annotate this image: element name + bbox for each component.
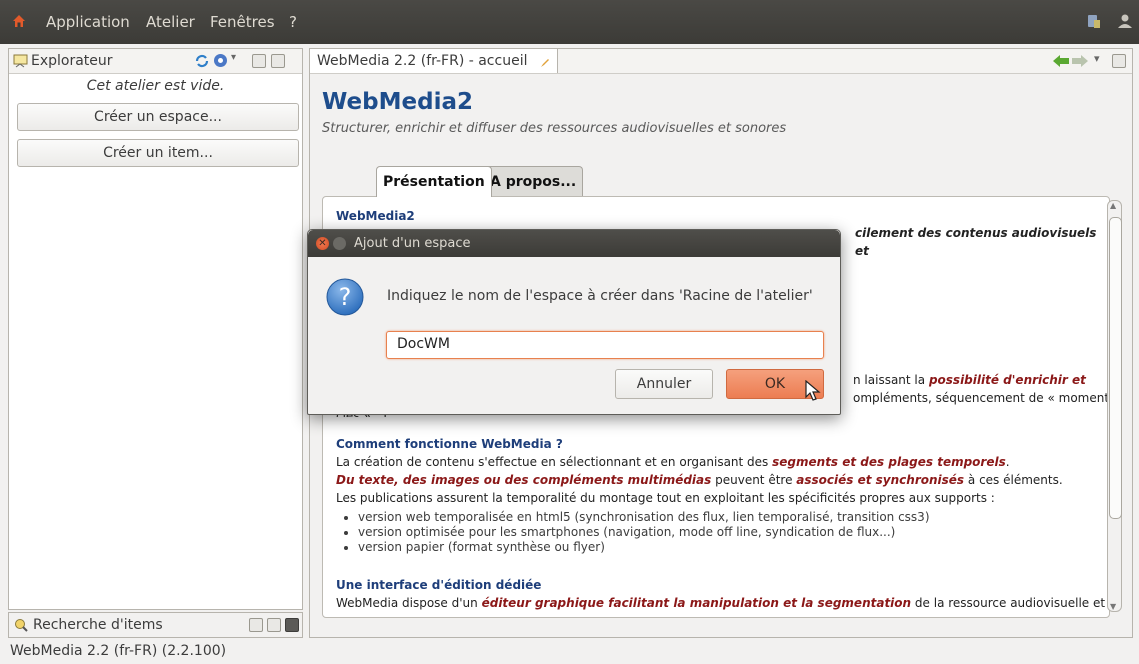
- scroll-down-icon[interactable]: ▼: [1110, 602, 1116, 611]
- explorer-panel: Explorateur ▾ Cet atelier est vide. Crée…: [8, 48, 303, 610]
- dialog-title: Ajout d'un espace: [354, 236, 471, 251]
- create-space-button[interactable]: Créer un espace...: [17, 103, 299, 131]
- network-icon[interactable]: [1085, 12, 1103, 30]
- refresh-icon[interactable]: [195, 54, 209, 68]
- menu-application[interactable]: Application: [46, 13, 130, 31]
- list-item: version papier (format synthèse ou flyer…: [358, 540, 930, 555]
- tab-presentation[interactable]: Présentation: [376, 166, 492, 197]
- space-name-input[interactable]: DocWM: [386, 331, 824, 359]
- tab-a-propos[interactable]: A propos...: [483, 166, 584, 197]
- top-menubar: Application Atelier Fenêtres ?: [0, 0, 1139, 44]
- search-panel: Recherche d'items: [8, 612, 303, 638]
- list-item: version web temporalisée en html5 (synch…: [358, 510, 930, 525]
- svg-text:?: ?: [339, 283, 352, 311]
- publication-list: version web temporalisée en html5 (synch…: [336, 510, 930, 555]
- section-webmedia2-title: WebMedia2: [336, 209, 415, 223]
- section1-fragment: cilement des contenus audiovisuels et: [855, 226, 1097, 258]
- editor-tabbar: WebMedia 2.2 (fr-FR) - accueil ▾: [310, 49, 1132, 74]
- dialog-titlebar: ✕ Ajout d'un espace: [308, 230, 840, 257]
- editor-maximize-button[interactable]: [1112, 54, 1126, 68]
- section2-line2: Du texte, des images ou des compléments …: [336, 473, 1063, 487]
- forward-arrow-icon[interactable]: [1072, 55, 1088, 67]
- edit-pencil-icon: [541, 59, 549, 67]
- dialog-close-button[interactable]: ✕: [316, 237, 329, 250]
- section2-line3: Les publications assurent la temporalité…: [336, 491, 995, 505]
- dialog-message: Indiquez le nom de l'espace à créer dans…: [387, 288, 813, 304]
- menu-help[interactable]: ?: [289, 13, 297, 31]
- search-panel-title: Recherche d'items: [33, 617, 163, 633]
- explorer-icon: [13, 54, 28, 68]
- section3-line1: WebMedia dispose d'un éditeur graphique …: [336, 596, 1106, 610]
- editor-tab-title: WebMedia 2.2 (fr-FR) - accueil: [317, 53, 528, 69]
- list-item: version optimisée pour les smartphones (…: [358, 525, 930, 540]
- section2-line1: La création de contenu s'effectue en sél…: [336, 455, 1010, 469]
- page-subtitle: Structurer, enrichir et diffuser des res…: [322, 121, 787, 136]
- section-how-title: Comment fonctionne WebMedia ?: [336, 437, 563, 451]
- explorer-content: Cet atelier est vide. Créer un espace...…: [9, 74, 302, 609]
- scroll-up-icon[interactable]: ▲: [1110, 201, 1116, 210]
- explorer-title: Explorateur: [31, 53, 113, 69]
- scrollbar-thumb[interactable]: [1109, 217, 1122, 519]
- question-icon: ?: [326, 278, 364, 316]
- cancel-button[interactable]: Annuler: [615, 369, 713, 399]
- menu-fenetres[interactable]: Fenêtres: [210, 13, 275, 31]
- search-icon: [15, 619, 28, 632]
- add-space-dialog: ✕ Ajout d'un espace ? Indiquez le nom de…: [307, 229, 841, 415]
- dialog-minimize-button[interactable]: [333, 237, 346, 250]
- maximize-panel-button[interactable]: [271, 54, 285, 68]
- menu-atelier[interactable]: Atelier: [146, 13, 195, 31]
- empty-workshop-text: Cet atelier est vide.: [86, 78, 225, 94]
- search-close-button[interactable]: [285, 618, 299, 632]
- document-scrollbar[interactable]: ▲ ▼: [1107, 200, 1122, 612]
- mouse-cursor-icon: [805, 380, 821, 401]
- editor-dropdown-icon[interactable]: ▾: [1094, 52, 1100, 65]
- user-icon[interactable]: [1116, 12, 1134, 30]
- status-text: WebMedia 2.2 (fr-FR) (2.2.100): [10, 643, 227, 659]
- editor-tab[interactable]: WebMedia 2.2 (fr-FR) - accueil: [310, 49, 558, 73]
- search-maximize-button[interactable]: [267, 618, 281, 632]
- search-minimize-button[interactable]: [249, 618, 263, 632]
- dropdown-chevron-icon[interactable]: ▾: [231, 52, 236, 63]
- back-arrow-icon[interactable]: [1053, 55, 1069, 67]
- home-icon[interactable]: [12, 14, 26, 28]
- explorer-header: Explorateur ▾: [9, 49, 302, 74]
- section1-fragment-2: n laissant la possibilité d'enrichir et: [853, 373, 1086, 387]
- status-bar: WebMedia 2.2 (fr-FR) (2.2.100): [0, 638, 1139, 664]
- page-title: WebMedia2: [322, 89, 473, 115]
- space-name-value: DocWM: [397, 336, 450, 352]
- navigate-icon[interactable]: [213, 53, 228, 68]
- section1-fragment-3: ompléments, séquencement de « moments: [853, 391, 1110, 405]
- minimize-panel-button[interactable]: [252, 54, 266, 68]
- create-item-button[interactable]: Créer un item...: [17, 139, 299, 167]
- section-interface-title: Une interface d'édition dédiée: [336, 578, 542, 592]
